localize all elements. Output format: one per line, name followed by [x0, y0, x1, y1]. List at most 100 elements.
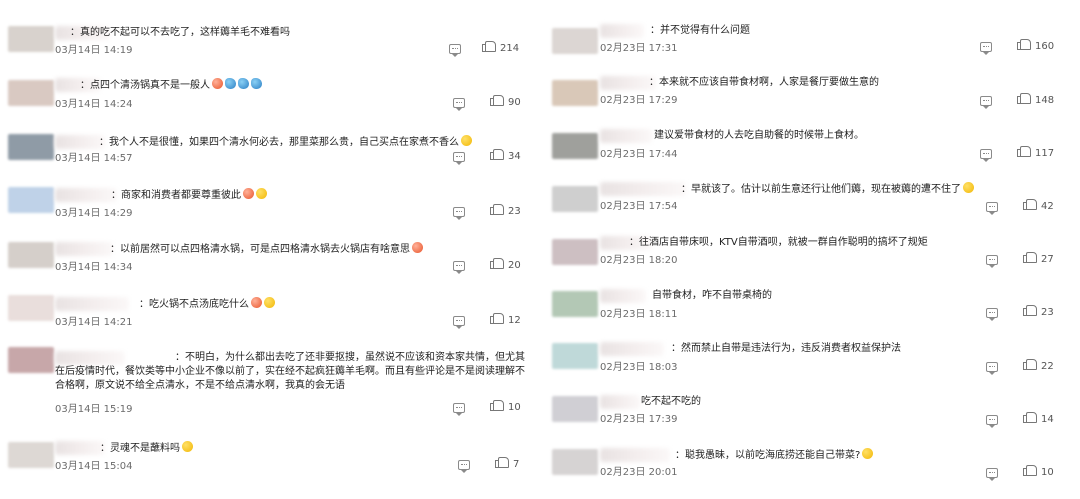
comment-time: 03月14日 14:19: [55, 45, 133, 56]
username-blurred[interactable]: [600, 448, 670, 462]
like-button[interactable]: 22: [1023, 359, 1054, 373]
reply-icon[interactable]: [453, 261, 465, 274]
avatar[interactable]: [8, 442, 54, 468]
like-count: 160: [1035, 41, 1055, 52]
thumbs-up-icon: [490, 400, 504, 411]
reply-icon[interactable]: [453, 152, 465, 165]
reply-icon[interactable]: [986, 362, 998, 375]
comment-text-content: ：并不觉得有什么问题: [650, 25, 750, 36]
thumbs-up-icon: [490, 258, 504, 269]
username-blurred[interactable]: [600, 24, 644, 38]
avatar[interactable]: [552, 291, 598, 317]
username-blurred[interactable]: [600, 289, 646, 303]
avatar[interactable]: [552, 449, 598, 475]
username-blurred[interactable]: [600, 76, 656, 90]
like-button[interactable]: 10: [1023, 465, 1054, 479]
reply-icon[interactable]: [986, 255, 998, 268]
username-blurred[interactable]: [600, 342, 664, 356]
like-button[interactable]: 14: [1023, 412, 1054, 426]
comment-time: 03月14日 14:34: [55, 262, 133, 273]
comment-time: 02月23日 17:29: [600, 95, 678, 106]
flower-emoji-icon: [212, 78, 223, 89]
avatar[interactable]: [8, 80, 54, 106]
avatar[interactable]: [8, 242, 54, 268]
username-blurred[interactable]: [600, 182, 686, 196]
reply-icon[interactable]: [453, 403, 465, 416]
avatar[interactable]: [8, 295, 54, 321]
like-button[interactable]: 20: [490, 258, 521, 272]
reply-icon[interactable]: [980, 96, 992, 109]
comment-time: 03月14日 14:29: [55, 208, 133, 219]
comment-text: 建议爱带食材的人去吃自助餐的时候带上食材。: [654, 129, 864, 143]
reply-icon-dots: [456, 211, 462, 213]
avatar[interactable]: [552, 396, 598, 422]
avatar[interactable]: [552, 186, 598, 212]
username-blurred[interactable]: [600, 395, 640, 409]
reply-icon[interactable]: [458, 460, 470, 473]
reply-icon[interactable]: [986, 468, 998, 481]
smile-emoji-icon: [461, 135, 472, 146]
like-button[interactable]: 117: [1017, 146, 1055, 160]
comment-text: ：往酒店自带床呗，KTV自带酒呗，就被一群自作聪明的搞坏了规矩: [629, 236, 928, 250]
comment-text: ：我个人不是很懂，如果四个清水何必去，那里菜那么贵，自己买点在家煮不香么: [99, 135, 472, 150]
reply-icon[interactable]: [449, 44, 461, 57]
like-count: 20: [508, 260, 521, 271]
reply-icon[interactable]: [986, 202, 998, 215]
reply-icon[interactable]: [453, 98, 465, 111]
comment-time: 02月23日 18:03: [600, 362, 678, 373]
avatar[interactable]: [8, 187, 54, 213]
like-button[interactable]: 148: [1017, 93, 1055, 107]
reply-icon[interactable]: [453, 316, 465, 329]
comment-time: 03月14日 15:04: [55, 461, 133, 472]
like-count: 214: [500, 43, 520, 54]
like-button[interactable]: 23: [490, 204, 521, 218]
avatar[interactable]: [552, 28, 598, 54]
comment-text-content: ：吃火锅不点汤底吃什么: [139, 299, 249, 310]
like-count: 117: [1035, 148, 1055, 159]
comment-text-content: ：点四个清汤锅真不是一般人: [80, 80, 210, 91]
username-blurred[interactable]: [55, 297, 129, 311]
like-count: 42: [1041, 201, 1054, 212]
username-blurred[interactable]: [55, 242, 113, 256]
comment-text: ：吃火锅不点汤底吃什么: [139, 297, 275, 312]
like-button[interactable]: 34: [490, 149, 521, 163]
thumbs-up-icon: [1023, 305, 1037, 316]
avatar[interactable]: [8, 26, 54, 52]
username-blurred[interactable]: [55, 441, 105, 455]
username-blurred[interactable]: [600, 129, 652, 143]
avatar[interactable]: [552, 343, 598, 369]
like-button[interactable]: 42: [1023, 199, 1054, 213]
comment-text-content: ：以前居然可以点四格清水锅，可是点四格清水锅去火锅店有啥意思: [110, 244, 410, 255]
username-blurred[interactable]: [55, 188, 117, 202]
avatar[interactable]: [8, 134, 54, 160]
like-button[interactable]: 12: [490, 313, 521, 327]
reply-icon[interactable]: [453, 207, 465, 220]
like-count: 34: [508, 151, 521, 162]
reply-icon[interactable]: [980, 149, 992, 162]
smile-emoji-icon: [264, 297, 275, 308]
reply-icon[interactable]: [980, 42, 992, 55]
comment-text: ：以前居然可以点四格清水锅，可是点四格清水锅去火锅店有啥意思: [110, 242, 423, 257]
like-button[interactable]: 214: [482, 41, 520, 55]
avatar[interactable]: [552, 80, 598, 106]
like-button[interactable]: 160: [1017, 39, 1055, 53]
reply-icon-dots: [983, 100, 989, 102]
reply-icon[interactable]: [986, 308, 998, 321]
smile-emoji-icon: [862, 448, 874, 459]
avatar[interactable]: [552, 133, 598, 159]
comment-time: 03月14日 14:24: [55, 99, 133, 110]
like-button[interactable]: 27: [1023, 252, 1054, 266]
avatar[interactable]: [552, 239, 598, 265]
thumbs-up-icon: [1017, 39, 1031, 50]
like-count: 148: [1035, 95, 1055, 106]
username-blurred[interactable]: [55, 135, 105, 149]
like-button[interactable]: 90: [490, 95, 521, 109]
thumbs-up-icon: [490, 204, 504, 215]
like-count: 10: [1041, 467, 1054, 478]
like-button[interactable]: 23: [1023, 305, 1054, 319]
reply-icon[interactable]: [986, 415, 998, 428]
avatar[interactable]: [8, 347, 54, 373]
like-count: 90: [508, 97, 521, 108]
like-button[interactable]: 10: [490, 400, 521, 414]
like-button[interactable]: 7: [495, 457, 519, 471]
